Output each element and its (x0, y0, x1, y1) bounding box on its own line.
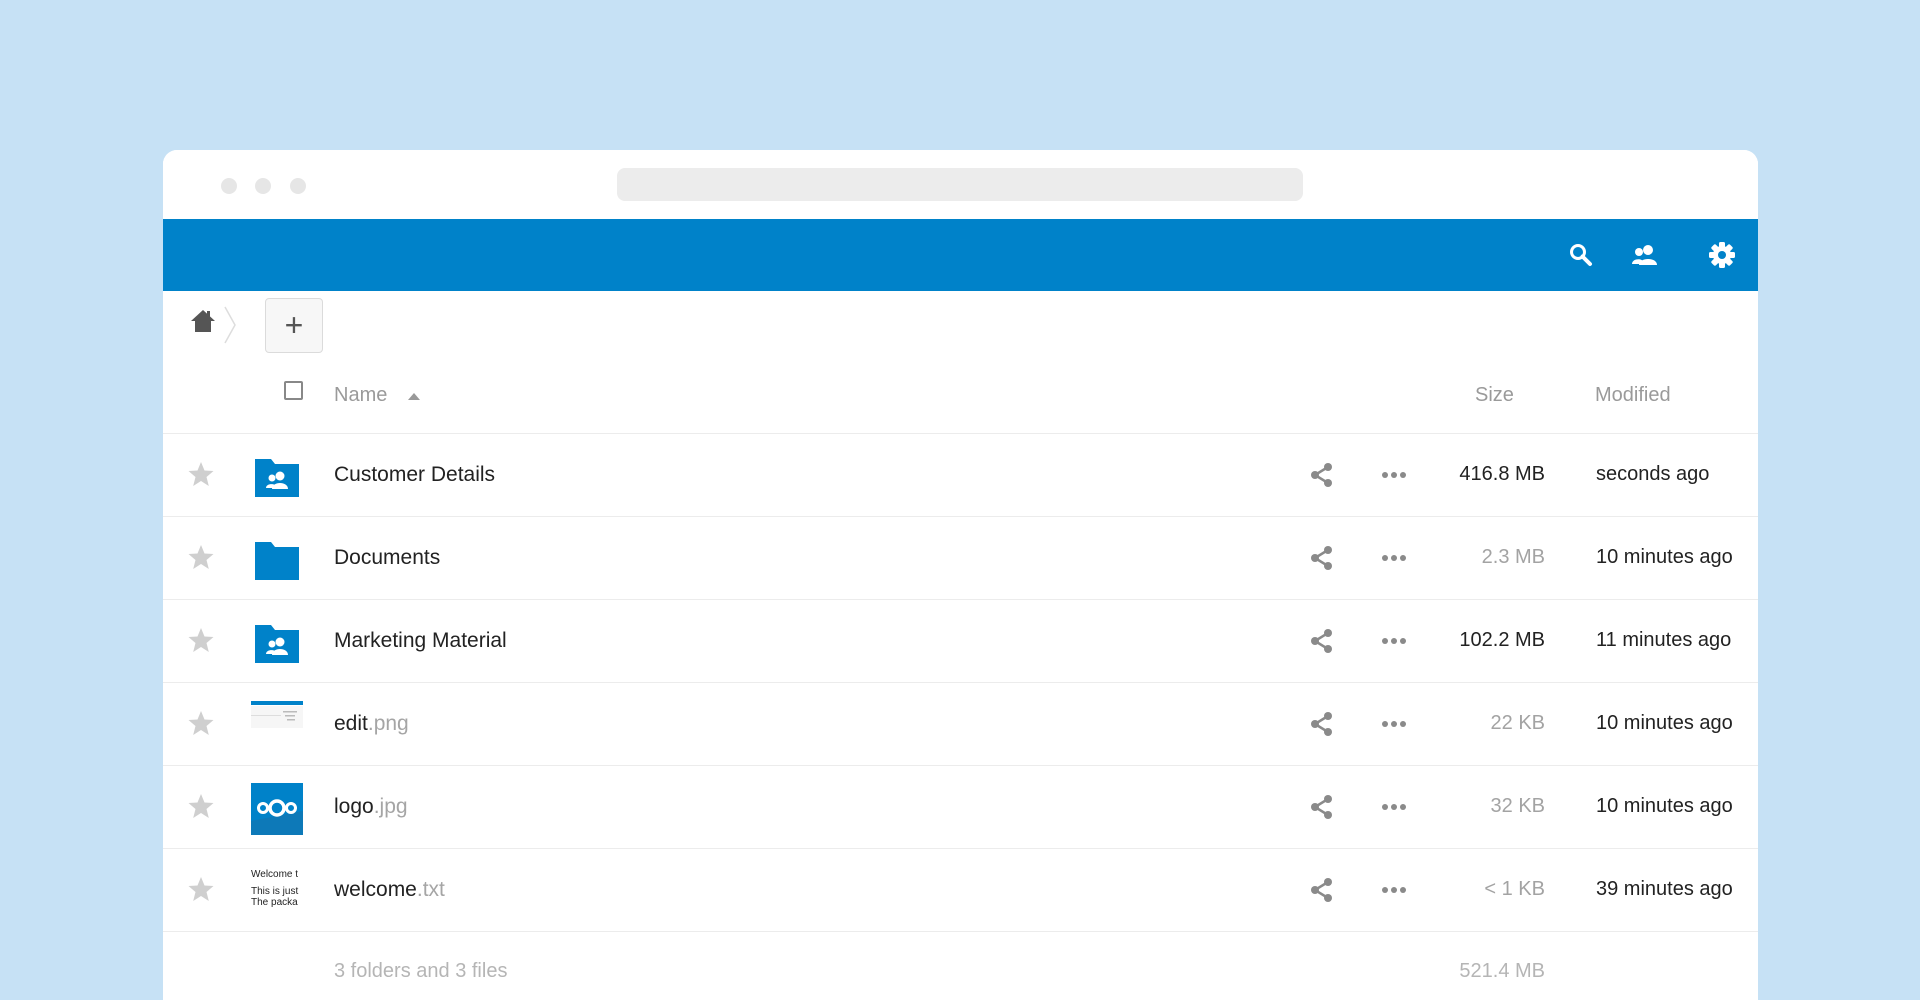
window-maximize-dot[interactable] (290, 178, 306, 194)
file-modified: 10 minutes ago (1596, 795, 1733, 817)
file-controls: + (163, 291, 1758, 361)
file-thumbnail[interactable] (251, 534, 303, 586)
summary-count: 3 folders and 3 files (334, 960, 508, 982)
share-icon[interactable] (1309, 877, 1335, 903)
text-thumb-line: The packa (251, 897, 298, 908)
share-icon[interactable] (1309, 462, 1335, 488)
file-name-base: Marketing Material (334, 629, 507, 652)
file-name-base: logo (334, 795, 374, 818)
contacts-icon (1632, 245, 1657, 265)
more-options-icon[interactable] (1381, 636, 1407, 646)
breadcrumb-separator-icon (224, 306, 236, 344)
more-options-icon[interactable] (1381, 885, 1407, 895)
contacts-button[interactable] (1629, 239, 1661, 271)
summary-total-size: 521.4 MB (1459, 960, 1545, 982)
favorite-star-icon[interactable] (187, 460, 215, 488)
more-options-icon[interactable] (1381, 553, 1407, 563)
browser-window: + Name Size Modified Customer Details 41… (163, 150, 1758, 1000)
file-name[interactable]: Marketing Material (334, 629, 507, 653)
address-bar[interactable] (617, 168, 1303, 201)
favorite-star-icon[interactable] (187, 709, 215, 737)
file-thumbnail[interactable] (251, 617, 303, 669)
file-modified: seconds ago (1596, 463, 1710, 485)
favorite-star-icon[interactable] (187, 875, 215, 903)
breadcrumb-home[interactable] (189, 307, 221, 337)
app-header (163, 219, 1758, 291)
text-thumb-line: This is just (251, 886, 299, 897)
new-file-button[interactable]: + (265, 298, 323, 353)
file-list: Customer Details 416.8 MB seconds ago Do… (163, 434, 1758, 932)
file-name[interactable]: welcome.txt (334, 878, 445, 902)
image-thumbnail-icon (251, 701, 303, 728)
file-extension: .jpg (373, 795, 408, 818)
file-size: 2.3 MB (1481, 546, 1545, 568)
share-icon[interactable] (1309, 628, 1335, 654)
file-name[interactable]: logo.jpg (334, 795, 408, 819)
file-modified: 10 minutes ago (1596, 712, 1733, 734)
gear-icon (1709, 242, 1735, 268)
search-button[interactable] (1565, 239, 1597, 271)
sort-ascending-icon (408, 393, 420, 400)
folder-icon (255, 542, 299, 580)
shared-folder-icon (255, 625, 299, 663)
file-row[interactable]: Customer Details 416.8 MB seconds ago (163, 434, 1758, 517)
file-thumbnail[interactable] (251, 451, 303, 503)
column-header-size[interactable]: Size (1475, 384, 1514, 407)
file-modified: 10 minutes ago (1596, 546, 1733, 568)
file-extension: .txt (416, 878, 445, 901)
search-icon (1570, 244, 1592, 266)
column-header-name[interactable]: Name (334, 384, 387, 407)
column-header-modified[interactable]: Modified (1595, 384, 1671, 407)
file-row[interactable]: Welcome t This is just The packa welcome.t… (163, 849, 1758, 932)
more-options-icon[interactable] (1381, 719, 1407, 729)
favorite-star-icon[interactable] (187, 792, 215, 820)
file-size: 102.2 MB (1459, 629, 1545, 651)
file-name-base: Documents (334, 546, 441, 569)
share-icon[interactable] (1309, 545, 1335, 571)
file-name[interactable]: Documents (334, 546, 440, 570)
more-options-icon[interactable] (1381, 802, 1407, 812)
file-name[interactable]: edit.png (334, 712, 409, 736)
file-name-base: edit (334, 712, 368, 735)
file-size: 416.8 MB (1459, 463, 1545, 485)
nextcloud-logo-icon (251, 783, 303, 835)
browser-chrome (163, 150, 1758, 219)
file-row[interactable]: Documents 2.3 MB 10 minutes ago (163, 517, 1758, 600)
text-thumb-line: Welcome t (251, 869, 299, 880)
file-size: 22 KB (1490, 712, 1545, 734)
share-icon[interactable] (1309, 711, 1335, 737)
file-name[interactable]: Customer Details (334, 463, 495, 487)
settings-button[interactable] (1706, 239, 1738, 271)
more-options-icon[interactable] (1381, 470, 1407, 480)
file-size: < 1 KB (1484, 878, 1545, 900)
window-minimize-dot[interactable] (255, 178, 271, 194)
home-icon (191, 310, 215, 332)
file-row[interactable]: Marketing Material 102.2 MB 11 minutes a… (163, 600, 1758, 683)
file-thumbnail[interactable] (251, 700, 303, 752)
shared-folder-icon (255, 459, 299, 497)
text-file-thumbnail[interactable]: Welcome t This is just The packa (251, 866, 303, 918)
file-name-base: welcome (334, 878, 417, 901)
file-list-summary: 3 folders and 3 files 521.4 MB (163, 932, 1758, 992)
file-name-base: Customer Details (334, 463, 496, 486)
file-modified: 39 minutes ago (1596, 878, 1733, 900)
file-extension: .png (367, 712, 409, 735)
file-row[interactable]: logo.jpg 32 KB 10 minutes ago (163, 766, 1758, 849)
favorite-star-icon[interactable] (187, 543, 215, 571)
window-close-dot[interactable] (221, 178, 237, 194)
file-thumbnail[interactable] (251, 783, 303, 835)
select-all-checkbox[interactable] (284, 381, 303, 400)
share-icon[interactable] (1309, 794, 1335, 820)
favorite-star-icon[interactable] (187, 626, 215, 654)
file-row[interactable]: edit.png 22 KB 10 minutes ago (163, 683, 1758, 766)
file-size: 32 KB (1490, 795, 1545, 817)
file-modified: 11 minutes ago (1596, 629, 1732, 651)
file-list-header: Name Size Modified (163, 361, 1758, 434)
